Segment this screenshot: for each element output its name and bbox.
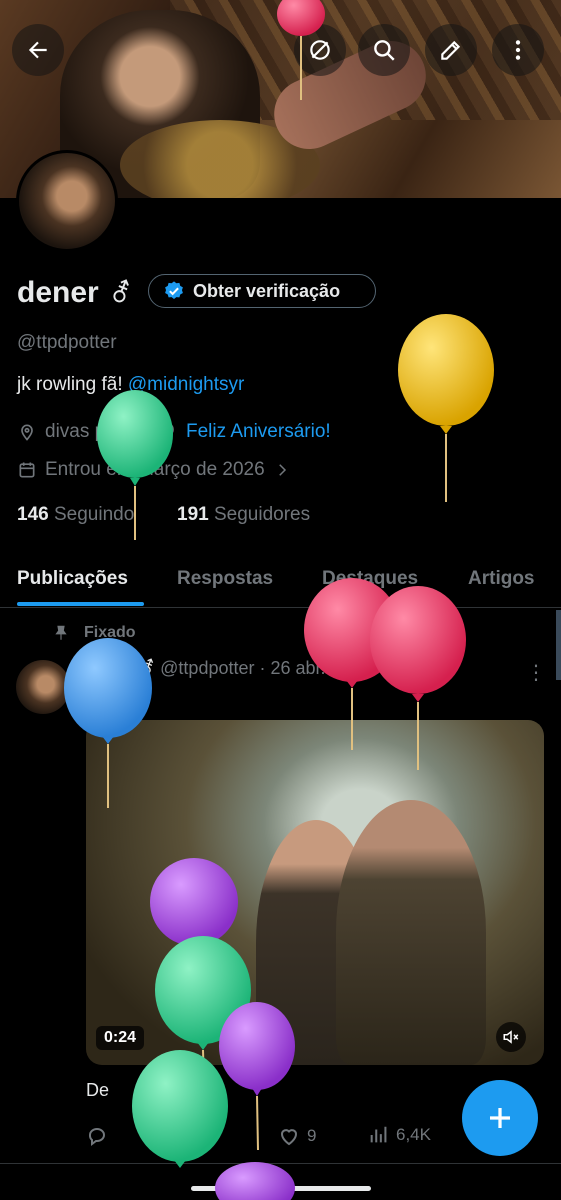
following-link[interactable]: 146 Seguindo <box>17 504 134 526</box>
scrollbar[interactable] <box>556 610 561 680</box>
location-icon <box>21 424 33 441</box>
balloon-yellow <box>398 314 494 502</box>
like-button[interactable]: 9 <box>277 1124 316 1148</box>
back-button[interactable] <box>12 24 64 76</box>
profile-name: dener <box>17 276 99 309</box>
profile-avatar[interactable] <box>16 150 118 252</box>
post-author-name[interactable]: dener <box>86 658 135 678</box>
birthday-row[interactable]: Feliz Aniversário! <box>158 421 331 443</box>
search-button[interactable] <box>358 24 410 76</box>
joined-row: Entrou em março de 2026 <box>17 459 291 481</box>
following-count: 146 <box>17 504 49 525</box>
more-button[interactable] <box>492 24 544 76</box>
location-row: divas pop <box>17 421 126 443</box>
tab-articles[interactable]: Artigos <box>468 568 535 590</box>
tab-posts[interactable]: Publicações <box>17 568 128 590</box>
followers-label: Seguidores <box>213 504 311 525</box>
followers-count: 191 <box>177 504 209 525</box>
grok-button[interactable] <box>294 24 346 76</box>
post-author-handle[interactable]: @ttpdpotter <box>160 658 254 678</box>
pinned-text: Fixado <box>84 624 136 641</box>
post-date[interactable]: · 26 abr. <box>260 658 326 678</box>
get-verified-label: Obter verificação <box>193 280 341 301</box>
post-caption: De <box>86 1080 110 1100</box>
reply-button[interactable] <box>86 1124 110 1148</box>
bio-mention-link[interactable]: @midnightsyr <box>128 374 244 395</box>
post-author-avatar[interactable] <box>16 660 70 714</box>
post-author-symbol: ⚦ <box>140 658 156 678</box>
mute-icon <box>503 1030 519 1044</box>
active-tab-indicator <box>17 602 144 606</box>
views-button[interactable]: 6,4K <box>368 1124 431 1146</box>
balloon-icon <box>162 422 174 441</box>
post-header: dener ⚦ @ttpdpotter · 26 abr. <box>86 658 326 679</box>
plus-icon <box>490 1108 510 1128</box>
retweet-icon <box>184 1128 200 1144</box>
profile-tabs: Publicações Respostas Destaques Artigos <box>0 560 561 608</box>
tab-highlights[interactable]: Destaques <box>322 568 418 590</box>
birthday-link[interactable]: Feliz Aniversário! <box>186 421 331 443</box>
video-duration: 0:24 <box>96 1026 145 1050</box>
post-more-icon[interactable]: ⋮ <box>526 660 546 685</box>
home-indicator[interactable] <box>191 1186 371 1191</box>
bio-text: jk rowling fã! <box>17 374 123 395</box>
pin-icon <box>55 625 67 640</box>
more-vertical-icon <box>515 40 521 60</box>
views-icon <box>370 1126 387 1143</box>
edit-button[interactable] <box>425 24 477 76</box>
back-arrow-icon <box>28 41 47 59</box>
mute-button[interactable] <box>496 1022 526 1052</box>
circle-slash-icon <box>310 40 330 60</box>
location-text: divas pop <box>45 421 127 442</box>
balloon-green-3 <box>132 1050 228 1168</box>
tab-replies[interactable]: Respostas <box>177 568 273 590</box>
view-count: 6,4K <box>396 1125 431 1144</box>
gender-symbol: ⚦ <box>110 278 132 308</box>
heart-icon <box>280 1129 298 1146</box>
pinned-label-row: Fixado <box>52 624 136 642</box>
followers-link[interactable]: 191 Seguidores <box>177 504 310 526</box>
balloon-purple-bottom <box>215 1162 295 1200</box>
repost-button[interactable] <box>180 1124 204 1148</box>
profile-handle: @ttpdpotter <box>17 332 117 353</box>
tabs-divider <box>0 607 561 608</box>
post-video[interactable] <box>86 720 544 1065</box>
compose-button[interactable] <box>462 1080 538 1156</box>
chevron-right-icon[interactable] <box>273 461 291 479</box>
calendar-icon <box>19 462 35 478</box>
profile-bio: jk rowling fã! @midnightsyr <box>17 374 244 396</box>
verified-badge-icon <box>165 281 183 299</box>
reply-icon <box>89 1128 106 1146</box>
post-divider <box>0 1163 561 1164</box>
like-count: 9 <box>307 1126 317 1145</box>
search-icon <box>374 40 395 61</box>
joined-text: Entrou em março de 2026 <box>45 459 265 480</box>
video-frame-figure-2 <box>336 800 486 1065</box>
get-verified-button[interactable]: Obter verificação <box>148 274 376 308</box>
edit-icon <box>441 40 461 60</box>
following-label: Seguindo <box>53 504 135 525</box>
